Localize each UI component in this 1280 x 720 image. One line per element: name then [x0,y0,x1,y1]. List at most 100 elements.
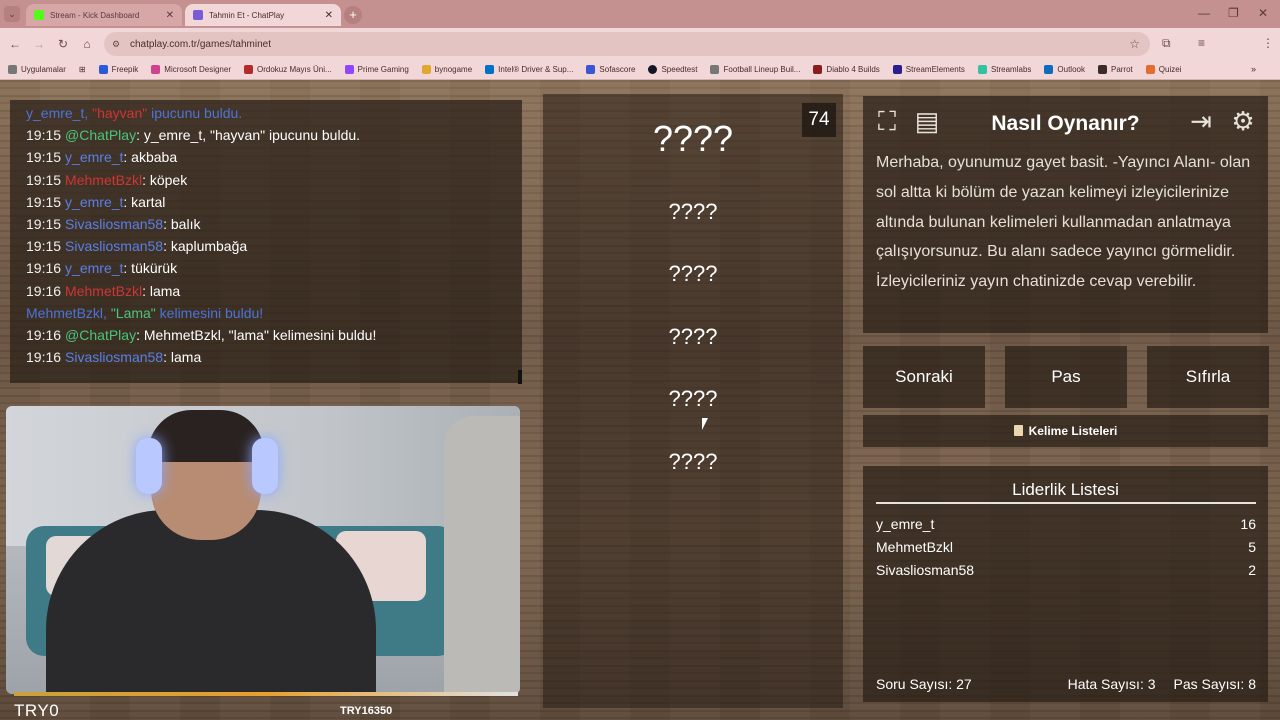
tab-search-chevron-icon[interactable]: ⌄ [4,6,20,22]
chat-time: 19:15 [26,149,62,166]
bookmark-star-icon[interactable]: ☆ [1129,37,1140,51]
chat-highlight: "hayvan" [92,105,152,121]
intel-icon [485,65,495,74]
apps-grid-icon [8,65,17,74]
how-to-play-text: Merhaba, oyunumuz gayet basit. -Yayıncı … [876,154,1251,291]
forward-arrow-icon[interactable]: → [27,37,51,51]
reload-icon[interactable]: ↻ [51,37,75,51]
chat-time: 19:15 [26,216,62,233]
home-icon[interactable]: ⌂ [75,37,99,51]
address-bar[interactable]: ⚙ chatplay.com.tr/games/tahminet ☆ [104,32,1150,56]
clipboard-icon [1013,425,1023,436]
stream-overlay-right-label: TRY16350 [340,705,393,717]
new-tab-plus-icon[interactable]: + [344,6,362,24]
back-arrow-icon[interactable]: ← [3,37,27,51]
chat-time: 19:16 [26,260,62,277]
bookmarks-overflow-icon[interactable]: » [1251,64,1256,74]
window-close-icon[interactable]: ✕ [1258,6,1268,20]
how-to-play-panel: ⛶ ▤ Nasıl Oynanır? ⇥ ⚙ Merhaba, oyunumuz… [863,96,1268,333]
word-board: ???? ???? ???? ???? ???? ???? [543,94,843,708]
chat-message: 19:16 Sivasliosman58: lama [26,346,506,368]
bookmark-prime-gaming[interactable]: Prime Gaming [344,65,409,74]
logout-icon[interactable]: ⇥ [1185,105,1217,137]
bookmark-quizei[interactable]: Quizei [1145,65,1181,74]
streamlabs-icon [977,65,987,74]
chat-user: Sivasliosman58 [65,216,164,233]
browser-tab-kick[interactable]: Stream - Kick Dashboard ✕ [26,4,182,26]
chat-text: : kaplumbağa [163,238,248,255]
headphone-icon [136,438,162,494]
chat-message: 19:15 Sivasliosman58: kaplumbağa [26,235,506,257]
browser-navbar: ← → ↻ ⌂ ⚙ chatplay.com.tr/games/tahminet… [0,28,1280,79]
bookmark-streamelements[interactable]: StreamElements [892,65,965,74]
bookmark-intel[interactable]: Intel® Driver & Sup... [485,65,573,74]
word-lists-button[interactable]: Kelime Listeleri [863,415,1268,447]
downloads-icon[interactable]: ≡ [1198,36,1205,50]
bookmark-label: Uygulamalar [21,65,66,74]
university-icon [243,65,253,74]
tab-close-icon[interactable]: ✕ [325,10,333,21]
error-count: Hata Sayısı: 3 [1067,676,1156,692]
hidden-word: ???? [668,199,718,224]
quizei-icon [1145,65,1155,74]
leaderboard-divider [876,502,1256,504]
next-button[interactable]: Sonraki [863,346,985,408]
bookmark-apps[interactable]: Uygulamalar [8,65,66,74]
chat-text: : y_emre_t, "hayvan" ipucunu buldu. [136,127,361,144]
bookmark-label: Parrot [1110,65,1133,74]
bookmark-grid[interactable]: ⊞ [79,65,86,74]
browser-tab-chatplay[interactable]: Tahmin Et - ChatPlay ✕ [185,4,341,26]
bookmark-streamlabs[interactable]: Streamlabs [977,65,1031,74]
bookmark-label: Speedtest [661,65,698,74]
settings-gear-icon[interactable]: ⚙ [1227,105,1259,137]
bookmark-label: Prime Gaming [357,65,409,74]
bookmark-microsoft-designer[interactable]: Microsoft Designer [151,65,231,74]
extensions-icon[interactable]: ⧉ [1162,36,1171,51]
hidden-word: ???? [668,324,718,349]
chat-text: : balık [163,216,201,233]
reset-button[interactable]: Sıfırla [1147,346,1269,408]
chat-user: y_emre_t, [26,105,93,121]
bookmark-omu[interactable]: Ordokuz Mayıs Üni... [243,65,332,74]
bookmark-label: Diablo 4 Builds [826,65,880,74]
leaderboard-player: MehmetBzkl [876,539,954,555]
chat-user: @ChatPlay [65,327,137,344]
maximize-icon[interactable]: ❐ [1228,6,1239,20]
chat-text: : kartal [123,193,166,210]
bookmark-sofascore[interactable]: Sofascore [586,65,635,74]
leaderboard-panel: Liderlik Listesi y_emre_t 16 MehmetBzkl … [863,466,1268,702]
outlook-icon [1044,65,1054,74]
diablo-icon [813,65,823,74]
bookmark-bynogame[interactable]: bynogame [421,65,472,74]
webcam-hair [148,410,264,462]
bookmark-speedtest[interactable]: Speedtest [648,65,697,74]
bookmark-diablo[interactable]: Diablo 4 Builds [813,65,880,74]
chat-time: 19:16 [26,282,62,299]
bookmark-football-lineup[interactable]: Football Lineup Buil... [710,65,800,74]
menu-kebab-icon[interactable]: ⋮ [1262,36,1274,50]
bookmark-outlook[interactable]: Outlook [1044,65,1085,74]
chat-message: 19:16 y_emre_t: tükürük [26,257,506,279]
leaderboard-title: Liderlik Listesi [1012,480,1119,499]
tab-close-icon[interactable]: ✕ [166,10,174,21]
tab-title: Stream - Kick Dashboard [50,10,140,20]
chat-highlight: "Lama" [110,304,156,321]
game-stats: Soru Sayısı: 27 Hata Sayısı: 3 Pas Sayıs… [876,676,1256,692]
chat-system-message: MehmetBzkl, "Lama" kelimesini buldu! [26,302,506,324]
bookmark-freepik[interactable]: Freepik [98,65,139,74]
bookmark-label: Freepik [111,65,139,74]
parrot-icon [1097,65,1107,74]
bookmark-label: Football Lineup Buil... [723,65,801,74]
chat-scrollbar[interactable] [518,370,522,384]
leaderboard-score: 2 [1248,562,1256,578]
bookmark-parrot[interactable]: Parrot [1097,65,1133,74]
bookmark-label: Microsoft Designer [164,65,231,74]
minimize-icon[interactable]: — [1198,6,1210,20]
pass-button[interactable]: Pas [1005,346,1127,408]
kick-favicon-icon [34,10,44,20]
chat-time: 19:16 [26,349,62,366]
grid-icon: ⊞ [78,65,86,74]
site-info-icon[interactable]: ⚙ [112,39,126,50]
leaderboard-score: 16 [1240,516,1256,532]
chat-message: 19:15 Sivasliosman58: balık [26,213,506,235]
